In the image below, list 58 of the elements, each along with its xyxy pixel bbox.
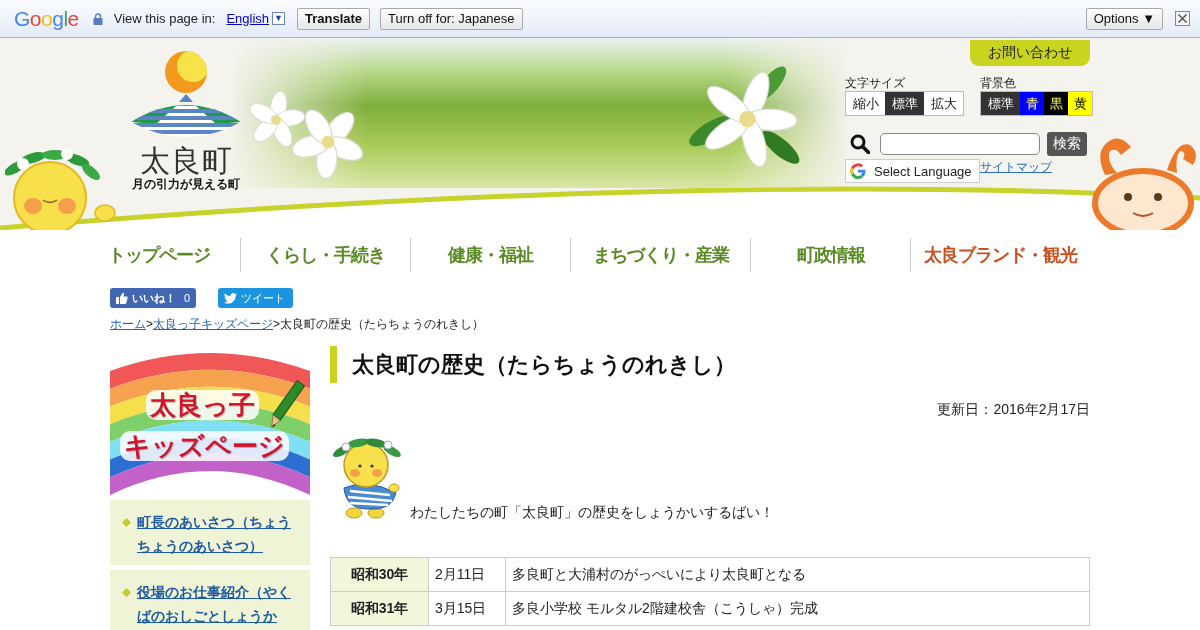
intro-text: わたしたちの町「太良町」の歴史をしょうかいするばい！ xyxy=(410,504,774,520)
row-header-cell: 昭和31年 xyxy=(330,591,429,626)
options-button[interactable]: Options ▼ xyxy=(1085,7,1163,30)
nav-link[interactable]: トップページ xyxy=(108,238,240,272)
translate-prompt: View this page in: xyxy=(113,11,216,26)
font-size-button[interactable]: 縮小 xyxy=(846,92,885,115)
background-color-label: 背景色 xyxy=(980,76,1017,90)
table-cell: 多良町と大浦村のがっぺいにより太良町となる xyxy=(505,557,1090,592)
pencil-icon xyxy=(270,379,306,429)
font-size-button[interactable]: 拡大 xyxy=(924,92,963,115)
banner-title: 太良っ子 xyxy=(146,390,259,420)
background-color-button[interactable]: 青 xyxy=(1020,92,1044,115)
logo-title: 太良町 xyxy=(139,145,233,177)
nav-link[interactable]: 健康・福祉 xyxy=(410,238,570,272)
diamond-bullet-icon xyxy=(122,588,131,597)
search-field[interactable] xyxy=(880,133,1040,155)
table-cell: 2月11日 xyxy=(428,557,506,592)
nav-link[interactable]: 太良ブランド・観光 xyxy=(910,238,1090,272)
sidebar-link[interactable]: 役場のお仕事紹介（やくばのおしごとしょうか xyxy=(137,580,300,628)
language-select[interactable]: Select Language xyxy=(845,159,980,183)
font-size-button[interactable]: 標準 xyxy=(885,92,924,115)
translate-button[interactable]: Translate xyxy=(297,7,371,30)
background-color-button[interactable]: 標準 xyxy=(981,92,1020,115)
banner-subtitle: キッズページ xyxy=(120,431,289,461)
like-button[interactable]: いいね！ 0 xyxy=(110,288,197,308)
thumbs-up-icon xyxy=(116,292,128,304)
flower-drawing xyxy=(246,90,306,150)
bird-icon xyxy=(224,292,238,304)
search-button[interactable]: 検索 xyxy=(1047,132,1087,156)
close-icon[interactable] xyxy=(1175,11,1190,26)
page-title: 太良町の歴史（たらちょうのれきし） xyxy=(330,346,1090,383)
language-link[interactable]: English xyxy=(226,11,270,26)
table-cell: 3月15日 xyxy=(428,591,506,626)
nav-link[interactable]: まちづくり・産業 xyxy=(570,238,750,272)
nav-link[interactable]: くらし・手続き xyxy=(240,238,410,272)
search-icon xyxy=(850,134,870,154)
sitemap-link[interactable]: サイトマップ xyxy=(980,159,1052,175)
language-dropdown-button[interactable]: ▼ xyxy=(272,12,285,25)
row-header-cell: 昭和30年 xyxy=(330,557,429,592)
breadcrumb-separator: > xyxy=(273,317,281,331)
update-date: 更新日：2016年2月17日 xyxy=(937,401,1090,417)
lock-icon xyxy=(92,12,103,25)
background-color-button[interactable]: 黄 xyxy=(1068,92,1092,115)
breadcrumb-current: 太良町の歴史（たらちょうのれきし） xyxy=(280,317,485,331)
turn-off-button[interactable]: Turn off for: Japanese xyxy=(380,7,523,30)
breadcrumb-separator: > xyxy=(146,317,153,331)
contact-button[interactable]: お問い合わせ xyxy=(970,40,1090,66)
sidebar-link[interactable]: 町長のあいさつ（ちょうちょうのあいさつ） xyxy=(137,510,300,558)
table-cell: 多良小学校 モルタル2階建校舎（こうしゃ）完成 xyxy=(505,591,1090,626)
breadcrumb-link[interactable]: ホーム xyxy=(110,317,146,331)
google-logo: Google xyxy=(14,6,79,31)
diamond-bullet-icon xyxy=(122,518,131,527)
logo-tagline: 月の引力が見える町 xyxy=(132,177,240,191)
breadcrumb-link[interactable]: 太良っ子キッズページ xyxy=(153,317,273,331)
font-size-label: 文字サイズ xyxy=(845,76,906,90)
nav-link[interactable]: 町政情報 xyxy=(750,238,910,272)
google-g-icon xyxy=(850,163,866,179)
background-color-button[interactable]: 黒 xyxy=(1044,92,1068,115)
